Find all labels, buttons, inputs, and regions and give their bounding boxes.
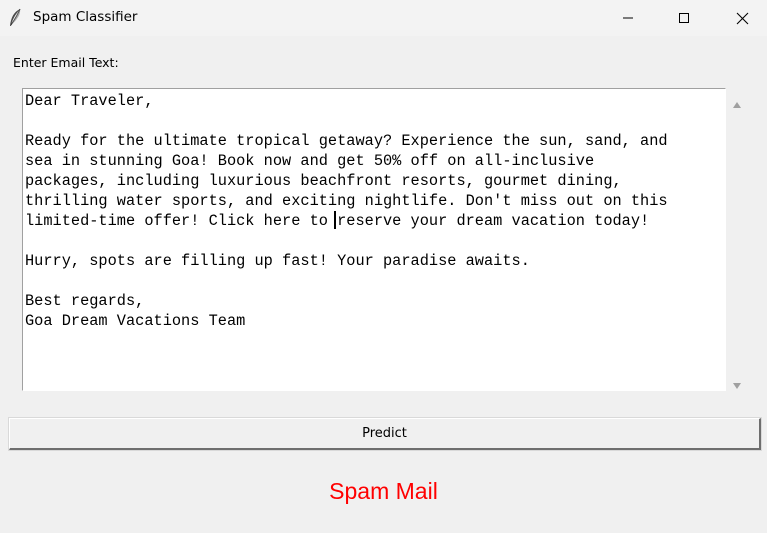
app-window: Spam Classifier Enter Email Text: Dear T… — [0, 0, 767, 533]
title-bar[interactable]: Spam Classifier — [0, 0, 767, 36]
scroll-down-icon[interactable] — [732, 376, 742, 389]
email-textarea[interactable]: Dear Traveler, Ready for the ultimate tr… — [22, 88, 726, 391]
text-cursor — [334, 211, 336, 229]
maximize-icon — [678, 12, 690, 24]
minimize-icon — [622, 12, 634, 24]
email-text-content[interactable]: Dear Traveler, Ready for the ultimate tr… — [25, 91, 668, 331]
scroll-up-icon[interactable] — [732, 95, 742, 108]
minimize-button[interactable] — [605, 0, 651, 36]
window-title: Spam Classifier — [33, 9, 138, 25]
prediction-result: Spam Mail — [329, 478, 438, 504]
email-text-label: Enter Email Text: — [13, 55, 119, 70]
close-icon — [736, 12, 749, 25]
close-button[interactable] — [719, 0, 765, 36]
vertical-scrollbar[interactable] — [727, 88, 747, 391]
predict-button[interactable]: Predict — [8, 417, 762, 451]
feather-icon — [8, 8, 22, 28]
maximize-button[interactable] — [661, 0, 707, 36]
